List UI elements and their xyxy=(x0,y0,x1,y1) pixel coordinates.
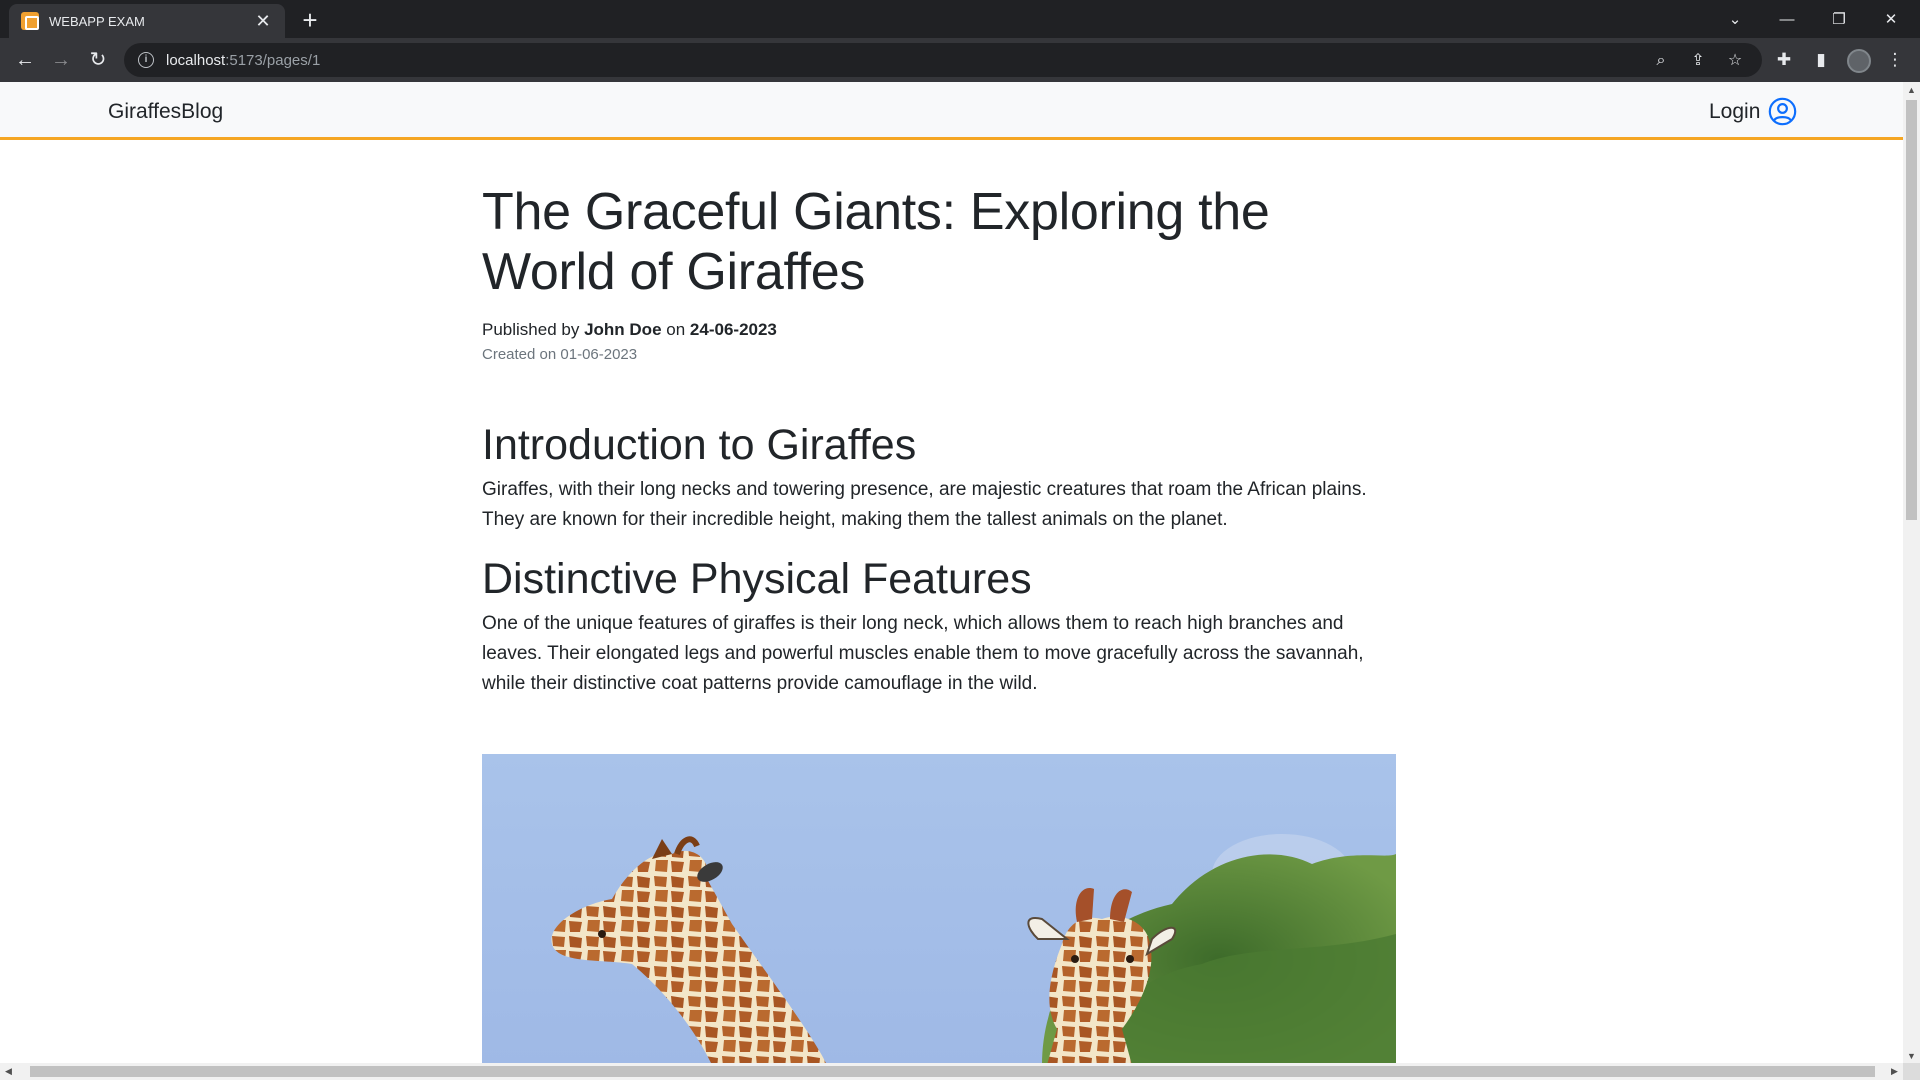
extensions-icon[interactable]: ✚ xyxy=(1772,48,1796,72)
restore-icon[interactable]: ❐ xyxy=(1813,0,1865,38)
login-link[interactable]: Login xyxy=(1709,97,1797,126)
new-tab-icon[interactable]: + xyxy=(296,6,324,34)
browser-tab[interactable]: WEBAPP EXAM ✕ xyxy=(9,4,285,38)
zoom-icon[interactable]: ⌕ xyxy=(1650,50,1672,72)
login-label: Login xyxy=(1709,99,1761,123)
section-paragraph: One of the unique features of giraffes i… xyxy=(482,613,1364,694)
address-bar[interactable]: i localhost:5173/pages/1 ⌕ ⇪ ☆ xyxy=(124,43,1762,77)
user-circle-icon xyxy=(1769,97,1797,126)
close-tab-icon[interactable]: ✕ xyxy=(253,11,273,32)
page-viewport: GiraffesBlog Login The Graceful Giants: … xyxy=(0,82,1903,1065)
published-date: 24-06-2023 xyxy=(689,320,777,339)
browser-toolbar: ← → ↻ i localhost:5173/pages/1 ⌕ ⇪ ☆ ✚ ▮… xyxy=(0,38,1920,82)
giraffe-photo xyxy=(482,754,1396,1065)
vertical-scroll-thumb[interactable] xyxy=(1906,100,1917,520)
article: The Graceful Giants: Exploring the World… xyxy=(482,182,1398,699)
tab-title: WEBAPP EXAM xyxy=(49,13,145,29)
horizontal-scroll-thumb[interactable] xyxy=(30,1066,1875,1077)
scroll-right-icon[interactable]: ▶ xyxy=(1886,1063,1903,1080)
section-heading: Distinctive Physical Features xyxy=(482,555,1032,603)
horizontal-scrollbar[interactable]: ◀ ▶ xyxy=(0,1063,1903,1080)
site-navbar: GiraffesBlog Login xyxy=(0,82,1903,140)
url-path: :5173/pages/1 xyxy=(225,51,321,69)
browser-tab-strip: WEBAPP EXAM ✕ + ⌄ — ❐ ✕ xyxy=(0,0,1920,38)
scrollbar-corner xyxy=(1903,1063,1920,1080)
back-icon[interactable]: ← xyxy=(11,46,39,74)
section-paragraph: Giraffes, with their long necks and towe… xyxy=(482,479,1367,530)
article-title: The Graceful Giants: Exploring the World… xyxy=(482,183,1270,301)
tab-search-icon[interactable]: ⌄ xyxy=(1709,0,1761,38)
profile-avatar[interactable] xyxy=(1847,49,1871,73)
publish-info: Published by John Doe on 24-06-2023 xyxy=(482,320,1398,340)
close-window-icon[interactable]: ✕ xyxy=(1865,0,1917,38)
side-panel-icon[interactable]: ▮ xyxy=(1809,48,1833,72)
minimize-icon[interactable]: — xyxy=(1761,0,1813,38)
favicon-icon xyxy=(21,12,39,30)
reload-icon[interactable]: ↻ xyxy=(84,46,112,74)
created-date: Created on 01-06-2023 xyxy=(482,346,638,363)
scroll-up-icon[interactable]: ▲ xyxy=(1903,82,1920,99)
section-heading: Introduction to Giraffes xyxy=(482,421,917,469)
giraffe-photo-illustration xyxy=(482,754,1396,1065)
scroll-left-icon[interactable]: ◀ xyxy=(0,1063,17,1080)
published-prefix: Published by xyxy=(482,320,580,339)
brand-link[interactable]: GiraffesBlog xyxy=(108,100,223,124)
site-info-icon[interactable]: i xyxy=(138,52,154,68)
vertical-scrollbar[interactable]: ▲ ▼ xyxy=(1903,82,1920,1065)
forward-icon[interactable]: → xyxy=(47,46,75,74)
bookmark-star-icon[interactable]: ☆ xyxy=(1724,50,1746,72)
share-icon[interactable]: ⇪ xyxy=(1687,50,1709,72)
url-host: localhost xyxy=(166,51,226,69)
published-on-word: on xyxy=(666,320,686,339)
author-name: John Doe xyxy=(584,320,662,339)
menu-kebab-icon[interactable]: ⋮ xyxy=(1883,48,1907,72)
